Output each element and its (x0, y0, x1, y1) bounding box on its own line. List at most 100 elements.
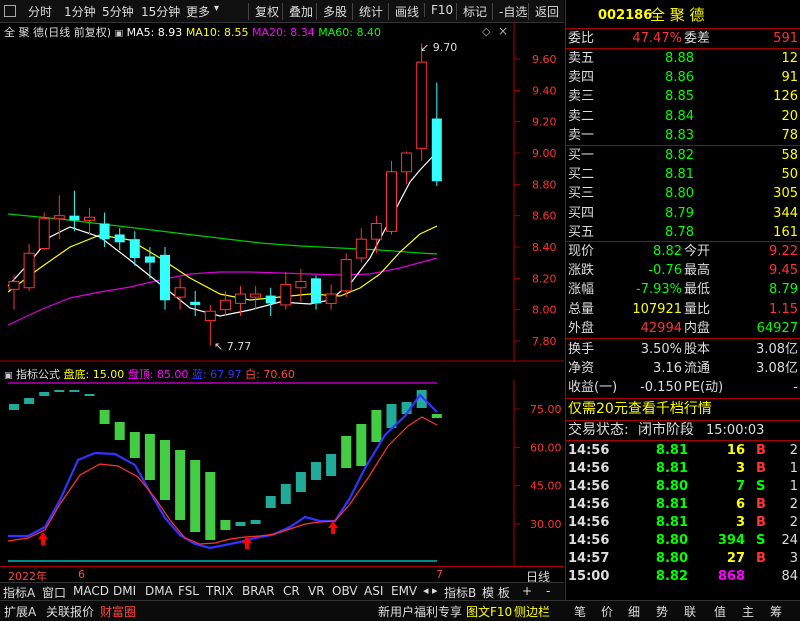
bottom-bar: 扩展A 关联报价 财富圈 新用户福利专享 图文F10 侧边栏 笔 价 细 势 联… (0, 600, 800, 621)
tabs-prev-icon[interactable]: ◂ (423, 584, 429, 597)
indicator-bar (235, 522, 246, 526)
side-tab-xi[interactable]: 细 (628, 603, 640, 620)
tab-1min[interactable]: 1分钟 (64, 3, 96, 20)
candle (23, 243, 35, 291)
buy-row: 买四 8.79 344 (566, 204, 800, 223)
weibi-label: 委比 (568, 31, 595, 46)
tick-volume: 3 (735, 515, 745, 530)
tab-obv[interactable]: OBV (332, 584, 358, 598)
restore-button[interactable]: 复权 (248, 3, 279, 20)
price-tick-label: 7.80 (532, 335, 557, 348)
promo-row[interactable]: 仅需20元查看千档行情 (566, 400, 800, 419)
indicator-bar (295, 472, 306, 492)
tab-asi[interactable]: ASI (364, 584, 383, 598)
status-row: 交易状态: 闭市阶段 15:00:03 (566, 421, 800, 440)
tab-dma[interactable]: DMA (145, 584, 173, 598)
f10-button[interactable]: F10 (424, 3, 453, 17)
chevron-down-icon[interactable]: ▾ (214, 3, 219, 14)
quote-header: 002186 全 聚 德 (566, 6, 800, 26)
status-value: 闭市阶段 (638, 422, 694, 438)
buy-volume: 344 (773, 205, 798, 221)
draw-line-button[interactable]: 画线 (388, 3, 419, 20)
tab-brar[interactable]: BRAR (242, 584, 275, 598)
tab-indicator-a[interactable]: 指标A (3, 584, 35, 601)
add-window-button[interactable]: + (522, 584, 532, 598)
tick-row: 14:56 8.81 16 B 2 (566, 441, 800, 460)
buy-price: 8.79 (665, 205, 694, 221)
indicator-bar (265, 496, 276, 508)
candlestick-chart[interactable]: 9.60 9.40 9.20 9.00 8.80 8.60 8.40 8.20 8.00 7.80… (0, 22, 564, 362)
price-tick-label: 8.20 (532, 272, 557, 285)
expand-a-button[interactable]: 扩展A (4, 603, 36, 620)
indicator-tick-label: 45.00 (530, 480, 562, 493)
candle (340, 253, 352, 298)
candle (84, 207, 95, 235)
sell-row: 卖三 8.85 126 (566, 87, 800, 106)
fund-row: 收益(一) -0.150 PE(动) - (566, 378, 800, 397)
stat-row: 现价 8.82 今开 9.22 (566, 242, 800, 261)
tab-more[interactable]: 更多 (186, 3, 210, 20)
weicha-label: 委差 (684, 31, 711, 46)
buy-volume: 305 (773, 186, 798, 202)
price-tick-label: 8.00 (532, 304, 557, 317)
tick-count: 2 (789, 497, 798, 512)
side-tab-lian[interactable]: 联 (684, 603, 696, 620)
tabs-next-icon[interactable]: ▸ (432, 584, 438, 597)
tab-indicator-b[interactable]: 指标B (444, 584, 476, 601)
side-tab-zhi[interactable]: 值 (714, 603, 726, 620)
tab-dmi[interactable]: DMI (113, 584, 136, 598)
candle (99, 212, 110, 247)
multi-stock-button[interactable]: 多股 (316, 3, 347, 20)
tab-trix[interactable]: TRIX (206, 584, 233, 598)
tab-vr[interactable]: VR (308, 584, 325, 598)
back-button[interactable]: 返回 (528, 3, 559, 20)
toolbar-toggle-icon[interactable] (4, 5, 16, 17)
tab-macd[interactable]: MACD (73, 584, 109, 598)
tick-time: 14:57 (568, 551, 610, 566)
fund-row: 净资 3.16 流通 3.08亿 (566, 359, 800, 378)
overlay-button[interactable]: 叠加 (282, 3, 313, 20)
remove-window-button[interactable]: - (546, 584, 550, 598)
wealth-circle-button[interactable]: 财富圈 (100, 603, 136, 620)
tick-volume: 16 (726, 443, 745, 458)
tab-cr[interactable]: CR (283, 584, 300, 598)
tab-15min[interactable]: 15分钟 (141, 3, 180, 20)
f10-text-button[interactable]: 图文F10 (466, 603, 512, 620)
statistics-button[interactable]: 统计 (352, 3, 383, 20)
side-tab-shi[interactable]: 势 (656, 603, 668, 620)
candle (386, 160, 397, 235)
sidebar-button[interactable]: 侧边栏 (514, 603, 550, 620)
indicator-bar (160, 440, 170, 500)
side-tab-zhu[interactable]: 主 (742, 603, 754, 620)
new-user-welfare-link[interactable]: 新用户福利专享 (378, 603, 462, 620)
tab-fsl[interactable]: FSL (178, 584, 199, 598)
tab-window[interactable]: 窗口 (42, 584, 66, 601)
tab-template[interactable]: 模 板 (482, 584, 510, 601)
mark-button[interactable]: 标记 (456, 3, 487, 20)
buy-row: 买三 8.80 305 (566, 184, 800, 203)
buy-level-label: 买二 (568, 167, 595, 183)
tick-price: 8.80 (655, 479, 688, 494)
tick-volume: 7 (735, 479, 745, 494)
side-tab-jia[interactable]: 价 (601, 603, 613, 620)
buy-arrow-icon (328, 521, 338, 534)
indicator-bar (341, 436, 352, 468)
tick-count: 1 (789, 461, 798, 476)
indicator-chart[interactable]: 75.00 60.00 45.00 30.00 (0, 380, 564, 566)
tab-intraday[interactable]: 分时 (28, 3, 52, 20)
candle (250, 286, 262, 310)
add-watchlist-button[interactable]: -自选 (492, 3, 527, 20)
tick-direction: S (756, 479, 766, 494)
price-tick-label: 9.20 (532, 116, 557, 129)
side-tab-chou[interactable]: 筹 (770, 603, 782, 620)
price-tick-label: 8.40 (532, 241, 557, 254)
tab-emv[interactable]: EMV (391, 584, 417, 598)
related-quote-button[interactable]: 关联报价 (46, 603, 94, 620)
status-time: 15:00:03 (706, 423, 765, 438)
promo-text[interactable]: 仅需20元查看千档行情 (568, 400, 712, 419)
side-tab-bi[interactable]: 笔 (574, 603, 586, 620)
sell-price: 8.88 (665, 51, 694, 66)
tick-count: 84 (781, 569, 798, 584)
tab-5min[interactable]: 5分钟 (102, 3, 134, 20)
tick-price: 8.80 (655, 551, 688, 566)
